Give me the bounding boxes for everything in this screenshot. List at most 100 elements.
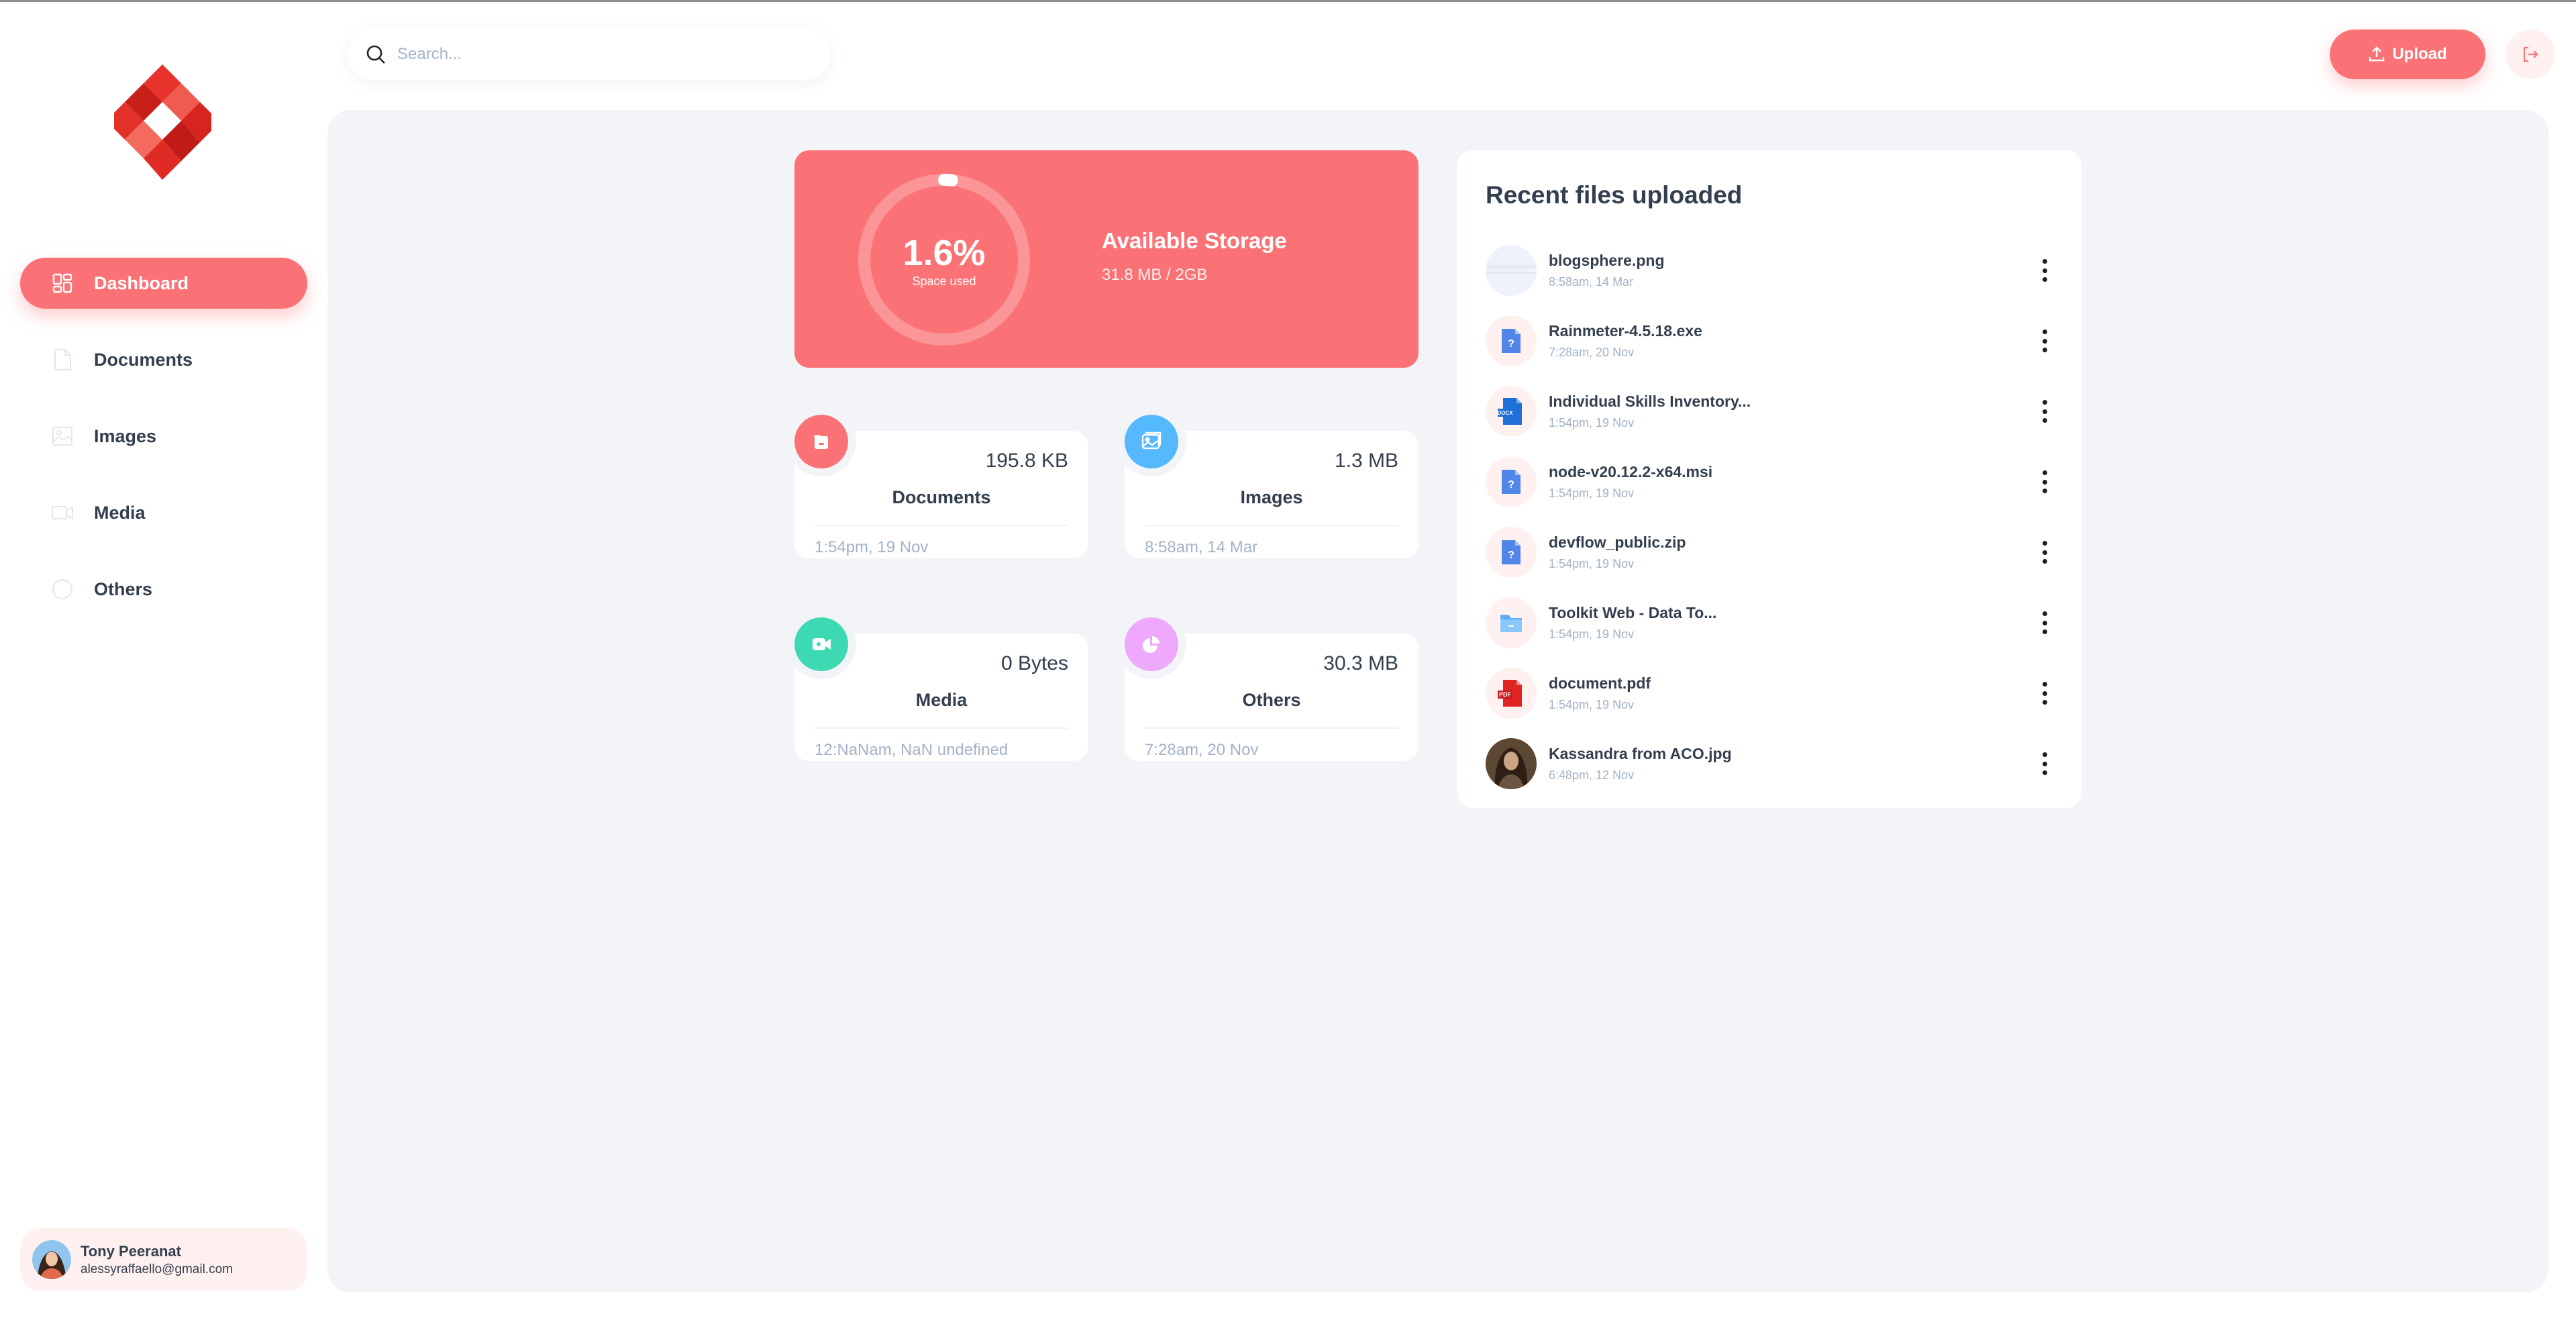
stat-date: 7:28am, 20 Nov (1145, 741, 1259, 759)
storage-usage: 31.8 MB / 2GB (1102, 266, 1208, 284)
sidebar: Dashboard Documents Images Media Others … (0, 0, 327, 1318)
file-date: 7:28am, 20 Nov (1549, 345, 1635, 359)
sidebar-item-media[interactable]: Media (20, 487, 307, 538)
file-date: 1:54pm, 19 Nov (1549, 697, 1635, 711)
stat-size: 0 Bytes (1000, 652, 1068, 674)
sidebar-item-dashboard[interactable]: Dashboard (20, 258, 307, 309)
list-item[interactable]: Kassandra from ACO.jpg 6:48pm, 12 Nov (1486, 728, 2056, 799)
more-options-icon[interactable] (2033, 399, 2056, 424)
image-icon (1125, 415, 1178, 468)
file-name: node-v20.12.2-x64.msi (1549, 462, 1713, 480)
search-icon (366, 45, 385, 64)
sidebar-item-others[interactable]: Others (20, 564, 307, 615)
list-item[interactable]: ? devflow_public.zip 1:54pm, 19 Nov (1486, 517, 2056, 587)
list-item[interactable]: DOCX Individual Skills Inventory... 1:54… (1486, 376, 2056, 446)
divider (815, 727, 1068, 729)
folder-file-icon (1486, 597, 1537, 648)
unknown-file-icon: ? (1486, 315, 1537, 366)
recent-files-title: Recent files uploaded (1486, 181, 1743, 209)
divider (1145, 525, 1398, 526)
more-options-icon[interactable] (2033, 258, 2056, 283)
search-input[interactable] (397, 45, 800, 64)
stat-card-media[interactable]: 0 Bytes Media 12:NaNam, NaN undefined (786, 609, 1088, 761)
list-item[interactable]: PDF document.pdf 1:54pm, 19 Nov (1486, 658, 2056, 728)
more-options-icon[interactable] (2033, 540, 2056, 565)
photo-thumb-icon (1486, 738, 1537, 789)
list-item[interactable]: ? Rainmeter-4.5.18.exe 7:28am, 20 Nov (1486, 305, 2056, 376)
sidebar-nav: Dashboard Documents Images Media Others (20, 258, 307, 640)
recent-files-list: blogsphere.png 8:58am, 14 Mar ? Rainmete… (1486, 235, 2056, 799)
upload-button[interactable]: Upload (2330, 30, 2485, 79)
video-icon (51, 501, 74, 524)
stat-card-others[interactable]: 30.3 MB Others 7:28am, 20 Nov (1117, 609, 1419, 761)
stat-label: Others (1242, 690, 1301, 710)
svg-text:?: ? (1508, 479, 1514, 491)
document-icon (51, 348, 74, 371)
docx-file-icon: DOCX (1486, 385, 1537, 437)
space-used-label: Space used (912, 274, 976, 288)
video-icon (794, 617, 848, 671)
stat-label: Images (1240, 487, 1303, 507)
storage-percent: 1.6% (903, 233, 986, 273)
sidebar-item-label: Others (94, 578, 153, 599)
main-content: 1.6% Space used Available Storage 31.8 M… (327, 110, 2548, 1292)
more-options-icon[interactable] (2033, 328, 2056, 354)
more-options-icon[interactable] (2033, 751, 2056, 776)
search-bar[interactable] (348, 28, 831, 81)
stat-date: 1:54pm, 19 Nov (815, 538, 929, 556)
svg-text:PDF: PDF (1499, 691, 1512, 698)
pie-chart-icon (51, 578, 74, 601)
more-options-icon[interactable] (2033, 610, 2056, 636)
sidebar-item-images[interactable]: Images (20, 411, 307, 462)
list-item[interactable]: blogsphere.png 8:58am, 14 Mar (1486, 235, 2056, 305)
dashboard-icon (51, 272, 74, 295)
stat-size: 195.8 KB (985, 450, 1068, 472)
image-thumb-icon (1486, 244, 1537, 296)
stat-date: 12:NaNam, NaN undefined (815, 741, 1009, 759)
file-name: Toolkit Web - Data To... (1549, 603, 1717, 621)
stat-date: 8:58am, 14 Mar (1145, 538, 1258, 556)
stat-card-documents[interactable]: 195.8 KB Documents 1:54pm, 19 Nov (786, 407, 1088, 558)
stat-label: Media (915, 690, 968, 710)
user-email: alessyraffaello@gmail.com (81, 1262, 233, 1276)
list-item[interactable]: ? node-v20.12.2-x64.msi 1:54pm, 19 Nov (1486, 446, 2056, 517)
folder-icon (794, 415, 848, 468)
more-options-icon[interactable] (2033, 680, 2056, 706)
unknown-file-icon: ? (1486, 526, 1537, 578)
divider (1145, 727, 1398, 729)
user-profile-card[interactable]: Tony Peeranat alessyraffaello@gmail.com (20, 1228, 307, 1291)
sidebar-item-label: Dashboard (94, 272, 189, 293)
pie-chart-icon (1125, 617, 1178, 671)
file-name: document.pdf (1549, 674, 1651, 692)
pdf-file-icon: PDF (1486, 667, 1537, 719)
file-name: Rainmeter-4.5.18.exe (1549, 321, 1702, 340)
svg-text:?: ? (1508, 550, 1514, 561)
svg-text:?: ? (1508, 338, 1514, 350)
file-name: devflow_public.zip (1549, 533, 1686, 551)
file-date: 8:58am, 14 Mar (1549, 274, 1634, 289)
upload-label: Upload (2392, 45, 2447, 63)
logout-button[interactable] (2506, 30, 2555, 79)
more-options-icon[interactable] (2033, 469, 2056, 495)
sidebar-item-label: Media (94, 502, 146, 523)
upload-icon (2369, 46, 2385, 62)
recent-files-card: Recent files uploaded blogsphere.png 8:5… (1457, 150, 2081, 808)
list-item[interactable]: Toolkit Web - Data To... 1:54pm, 19 Nov (1486, 587, 2056, 658)
logout-icon (2523, 46, 2538, 62)
file-date: 1:54pm, 19 Nov (1549, 627, 1635, 641)
svg-text:DOCX: DOCX (1498, 410, 1513, 416)
window-top-border (0, 0, 2576, 2)
file-date: 6:48pm, 12 Nov (1549, 768, 1635, 782)
file-date: 1:54pm, 19 Nov (1549, 486, 1635, 500)
avatar (32, 1240, 71, 1279)
file-name: Individual Skills Inventory... (1549, 392, 1751, 410)
divider (815, 525, 1068, 526)
app-logo-icon[interactable] (114, 64, 211, 180)
sidebar-item-label: Images (94, 425, 157, 446)
file-name: Kassandra from ACO.jpg (1549, 744, 1732, 762)
stat-card-images[interactable]: 1.3 MB Images 8:58am, 14 Mar (1117, 407, 1419, 558)
stat-label: Documents (892, 487, 991, 507)
sidebar-item-label: Documents (94, 349, 193, 370)
sidebar-item-documents[interactable]: Documents (20, 334, 307, 385)
file-date: 1:54pm, 19 Nov (1549, 556, 1635, 570)
